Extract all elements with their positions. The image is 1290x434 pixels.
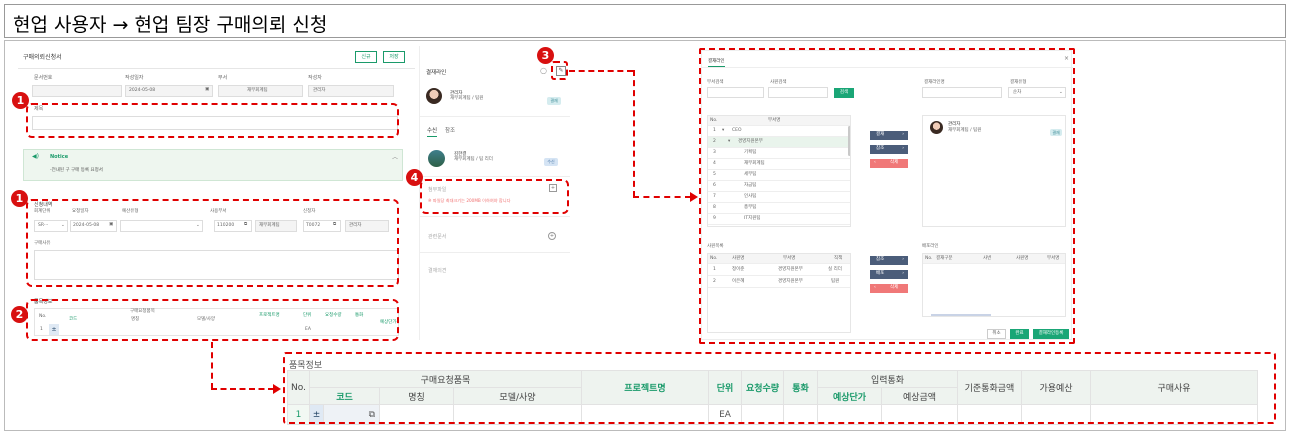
add-related-icon[interactable]: + (548, 232, 556, 240)
approver-dept: 재무회계팀 / 팀원 (450, 96, 484, 101)
highlight-dialog (699, 48, 1075, 344)
receiver-dept: 재무회계팀 / 팀 리더 (454, 157, 493, 162)
dept-label: 부서 (218, 75, 228, 81)
connector-line (633, 196, 691, 198)
page-title-bar: 현업 사용자 → 현업 팀장 구매의뢰 신청 (4, 4, 1286, 38)
badge-3: 3 (537, 47, 554, 64)
writer-value: 관리자 (313, 88, 326, 93)
avatar (426, 88, 442, 104)
approver-badge: 결재 (547, 97, 561, 105)
divider (420, 176, 570, 177)
connector-line (211, 342, 213, 389)
save-button[interactable]: 저장 (383, 51, 405, 63)
highlight-attach (420, 179, 569, 214)
divider (420, 216, 570, 217)
notice-title: Notice (50, 154, 69, 160)
date-label: 작성일자 (125, 75, 144, 81)
badge-4: 4 (406, 169, 423, 186)
opinion-label: 결재의견 (428, 268, 447, 274)
dept-value: 재무회계팀 (247, 88, 268, 93)
notice-text: -전내된 구 구매 등록 요청서 (50, 168, 103, 173)
highlight-request (26, 199, 399, 287)
divider (18, 68, 415, 69)
divider (420, 252, 570, 253)
new-button[interactable]: 신규 (355, 51, 377, 63)
highlight-items (26, 299, 399, 341)
badge-1a: 1 (12, 92, 29, 109)
connector-line (569, 70, 633, 72)
arrow-icon (690, 192, 698, 202)
doc-no-field[interactable] (32, 85, 122, 97)
search-icon[interactable]: ○ (540, 66, 547, 75)
divider (420, 116, 570, 117)
connector-line (211, 388, 274, 390)
writer-label: 작성자 (308, 75, 322, 81)
highlight-subject (26, 103, 399, 138)
related-label: 관련문서 (428, 234, 447, 240)
page-title: 현업 사용자 → 현업 팀장 구매의뢰 신청 (13, 14, 328, 36)
approval-title: 결재라인 (426, 70, 447, 76)
doc-no-label: 문서번호 (34, 75, 53, 81)
request-form-panel: 구매의뢰신청서 신규 저장 문서번호 작성일자 2024-05-08 ▣ 부서 … (18, 46, 415, 342)
form-title: 구매의뢰신청서 (23, 54, 62, 61)
date-value: 2024-05-08 (129, 88, 156, 93)
notice-box: ◀) Notice ︿ -전내된 구 구매 등록 요청서 (23, 149, 403, 181)
badge-2: 2 (11, 306, 28, 323)
connector-line (633, 70, 635, 197)
tab-ref[interactable]: 참조 (445, 126, 455, 134)
receiver-badge: 수신 (544, 158, 558, 166)
writer-field[interactable]: 관리자 (308, 85, 394, 97)
highlight-zoom (283, 352, 1276, 424)
highlight-edit (551, 61, 568, 80)
receiver-avatar (428, 150, 445, 167)
tab-receive[interactable]: 수신 (427, 126, 438, 137)
speaker-icon: ◀) (32, 153, 39, 160)
calendar-icon: ▣ (205, 87, 210, 92)
dept-field[interactable]: 재무회계팀 (218, 85, 303, 97)
arrow-icon (273, 384, 281, 394)
badge-1b: 1 (11, 190, 28, 207)
chevron-up-icon[interactable]: ︿ (392, 152, 398, 161)
date-field[interactable]: 2024-05-08 ▣ (125, 85, 213, 97)
